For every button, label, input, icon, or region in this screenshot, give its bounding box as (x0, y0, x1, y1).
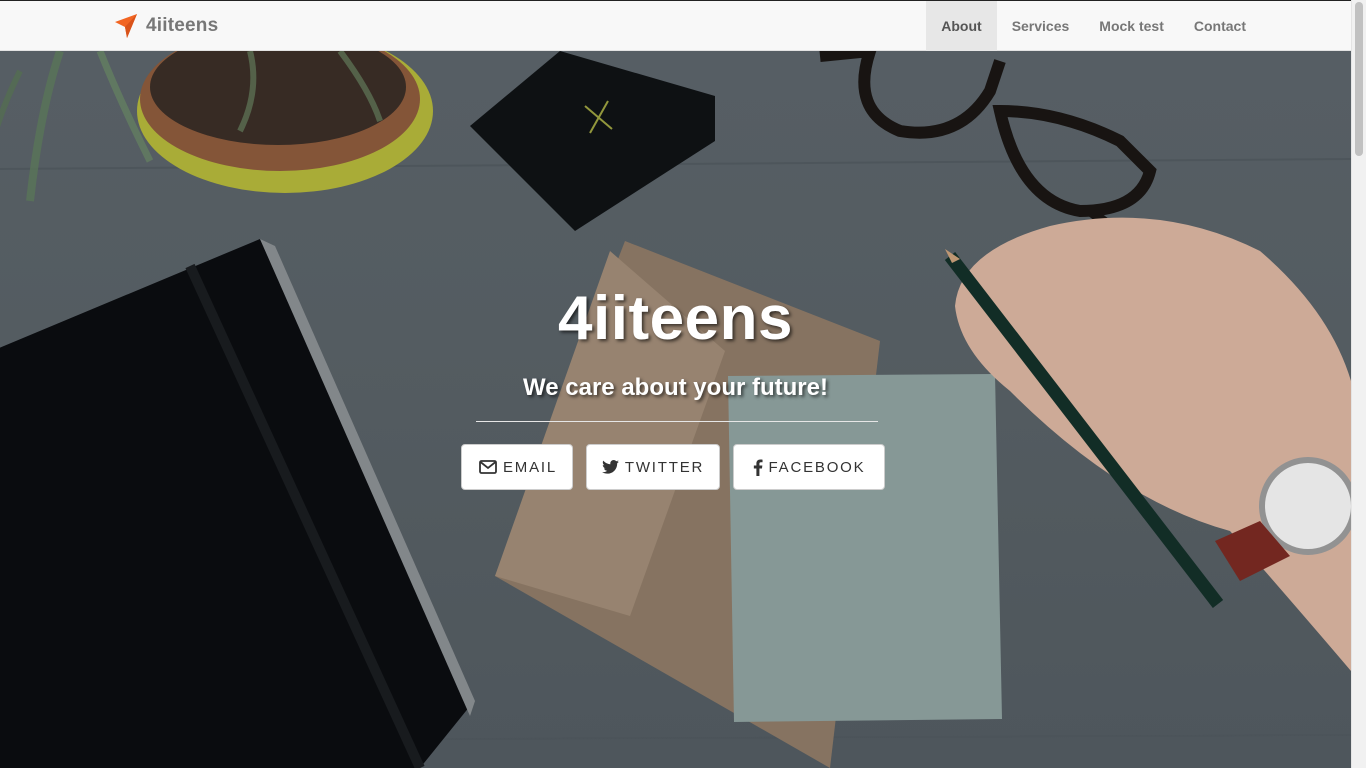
hero-overlay (0, 51, 1351, 768)
brand-link[interactable]: 4iiteens (114, 1, 218, 51)
twitter-button-label: TWITTER (624, 458, 705, 476)
social-buttons: EMAIL TWITTER FACEBOOK (461, 444, 885, 490)
scrollbar-thumb[interactable] (1355, 2, 1363, 156)
envelope-icon (479, 460, 497, 474)
brand-name: 4iiteens (146, 15, 219, 36)
hero-subtitle: We care about your future! (523, 374, 828, 401)
facebook-icon (753, 458, 763, 476)
twitter-icon (601, 460, 619, 474)
email-button-label: EMAIL (503, 458, 558, 476)
hero-background-image (0, 51, 1351, 768)
facebook-button[interactable]: FACEBOOK (733, 444, 885, 490)
page-scrollbar[interactable] (1351, 0, 1366, 768)
hero-title: 4iiteens (558, 284, 793, 353)
page: 4iiteens About Services Mock test Contac… (0, 0, 1366, 768)
navbar: 4iiteens About Services Mock test Contac… (0, 0, 1351, 51)
twitter-button[interactable]: TWITTER (586, 444, 720, 490)
hero-divider (476, 421, 878, 422)
paper-plane-icon (114, 13, 138, 39)
nav-item-about[interactable]: About (926, 1, 997, 51)
nav-item-services[interactable]: Services (997, 1, 1085, 51)
facebook-button-label: FACEBOOK (768, 458, 866, 476)
nav-item-contact[interactable]: Contact (1179, 1, 1261, 51)
nav-menu: About Services Mock test Contact (926, 1, 1261, 51)
email-button[interactable]: EMAIL (461, 444, 573, 490)
nav-item-mock-test[interactable]: Mock test (1084, 1, 1179, 51)
